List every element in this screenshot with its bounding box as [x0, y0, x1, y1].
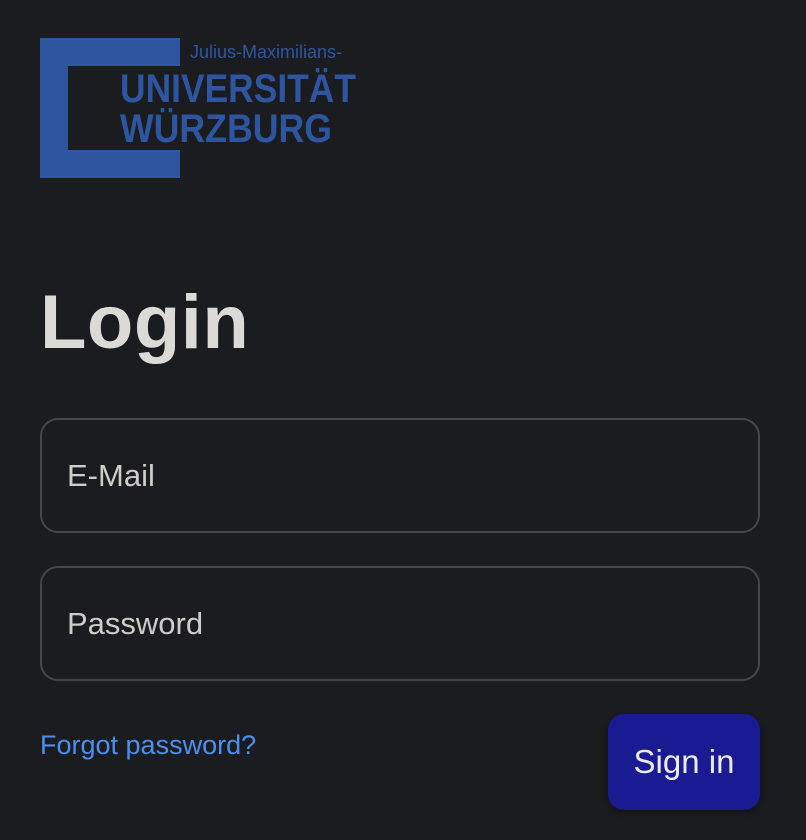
- login-page: Julius-Maximilians- UNIVERSITÄT WÜRZBURG…: [0, 0, 806, 840]
- sign-in-button[interactable]: Sign in: [608, 714, 760, 810]
- logo-text-line2: UNIVERSITÄT: [120, 67, 356, 111]
- email-field[interactable]: [40, 418, 760, 533]
- page-title: Login: [40, 280, 250, 365]
- logo-text-line3: WÜRZBURG: [120, 106, 332, 151]
- password-field[interactable]: [40, 566, 760, 681]
- university-logo-graphic: Julius-Maximilians- UNIVERSITÄT WÜRZBURG: [40, 38, 356, 178]
- logo-text-line1: Julius-Maximilians-: [190, 42, 342, 62]
- university-logo: Julius-Maximilians- UNIVERSITÄT WÜRZBURG: [40, 38, 360, 178]
- forgot-password-link[interactable]: Forgot password?: [40, 726, 256, 764]
